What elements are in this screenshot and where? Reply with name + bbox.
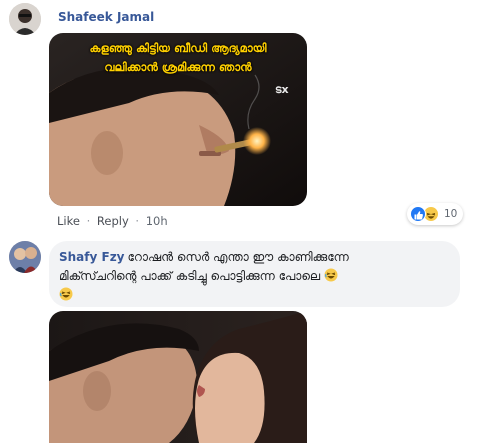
meme-image-smoking[interactable]: കളഞ്ഞു കിട്ടിയ ബീഡി ആദ്യമായി വലിക്കാൻ ശ്…: [49, 33, 307, 206]
like-icon: [410, 206, 426, 222]
comment-author-name[interactable]: Shafeek Jamal: [58, 10, 154, 24]
comment-text-line-2: മിക്സ്ചറിന്റെ പാക്ക് കടിച്ചു പൊട്ടിക്കുന…: [59, 269, 321, 283]
meme-caption-line-2: വലിക്കാൻ ശ്രമിക്കുന്ന ഞാൻ: [104, 60, 252, 74]
avatar-shafy-fzy[interactable]: [9, 241, 41, 273]
comment-bubble: Shafy Fzy റോഷൻ സെർ എന്താ ഈ കാണിക്കുന്നേ മ…: [49, 241, 460, 307]
laughing-emoji-icon: [324, 268, 338, 282]
avatar-shafeek-jamal[interactable]: [9, 3, 41, 35]
comment-author-name[interactable]: Shafy Fzy: [59, 250, 125, 264]
meme-caption-line-1: കളഞ്ഞു കിട്ടിയ ബീഡി ആദ്യമായി: [89, 41, 267, 55]
separator-dot: ·: [135, 214, 140, 228]
reply-link[interactable]: Reply: [97, 214, 129, 228]
laughing-emoji-icon: [59, 287, 73, 301]
meme-watermark: ടx: [275, 83, 289, 96]
separator-dot: ·: [86, 214, 91, 228]
reaction-count: 10: [444, 208, 458, 220]
comment-text-line-1: റോഷൻ സെർ എന്താ ഈ കാണിക്കുന്നേ: [127, 250, 349, 264]
comment-actions: Like · Reply · 10h: [57, 214, 168, 228]
meme-image-kiss[interactable]: [49, 311, 307, 443]
reaction-summary[interactable]: 10: [407, 203, 464, 225]
like-link[interactable]: Like: [57, 214, 80, 228]
meme-caption: കളഞ്ഞു കിട്ടിയ ബീഡി ആദ്യമായി വലിക്കാൻ ശ്…: [49, 39, 307, 77]
comment-timestamp[interactable]: 10h: [146, 214, 168, 228]
